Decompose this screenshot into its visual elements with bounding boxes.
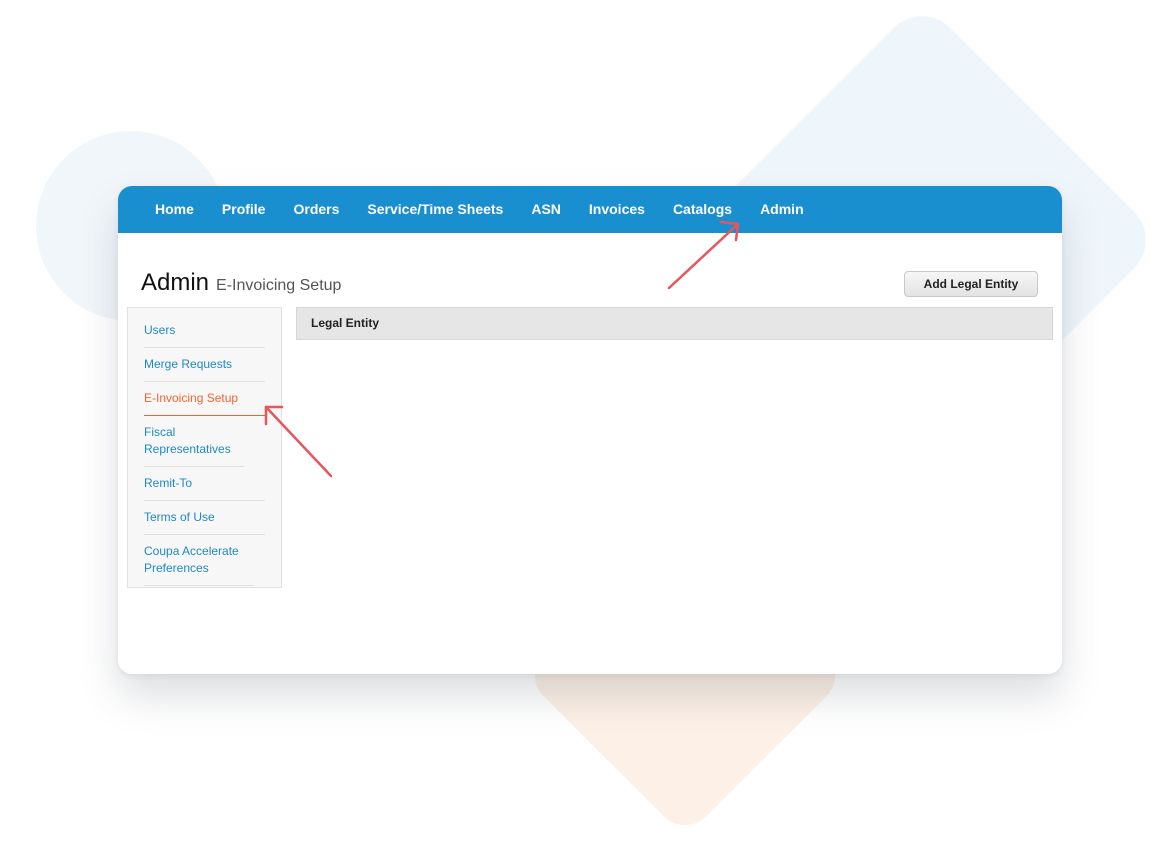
nav-admin[interactable]: Admin: [760, 186, 804, 233]
sidebar-item-users[interactable]: Users: [144, 314, 265, 348]
nav-service-time-sheets[interactable]: Service/Time Sheets: [367, 186, 503, 233]
sidebar-item-remit-to[interactable]: Remit-To: [144, 467, 265, 501]
add-legal-entity-button[interactable]: Add Legal Entity: [904, 271, 1038, 297]
legal-entity-column-header: Legal Entity: [296, 307, 1053, 340]
sidebar-item-coupa-accelerate-preferences[interactable]: Coupa Accelerate Preferences: [144, 535, 254, 586]
sidebar-item-terms-of-use[interactable]: Terms of Use: [144, 501, 265, 535]
sidebar-item-e-invoicing-setup[interactable]: E-Invoicing Setup: [144, 382, 265, 416]
top-navigation: Home Profile Orders Service/Time Sheets …: [118, 186, 1062, 233]
app-window: Home Profile Orders Service/Time Sheets …: [118, 186, 1062, 674]
nav-catalogs[interactable]: Catalogs: [673, 186, 732, 233]
sidebar-item-merge-requests[interactable]: Merge Requests: [144, 348, 265, 382]
page-subtitle: E-Invoicing Setup: [216, 277, 342, 294]
page-title: Admin: [141, 269, 210, 296]
admin-sidebar: Users Merge Requests E-Invoicing Setup F…: [127, 307, 282, 588]
nav-home[interactable]: Home: [155, 186, 194, 233]
nav-invoices[interactable]: Invoices: [589, 186, 645, 233]
page-heading: Admin E-Invoicing Setup: [141, 269, 341, 297]
nav-asn[interactable]: ASN: [531, 186, 561, 233]
nav-orders[interactable]: Orders: [293, 186, 339, 233]
nav-profile[interactable]: Profile: [222, 186, 266, 233]
sidebar-item-fiscal-representatives[interactable]: Fiscal Representatives: [144, 416, 244, 467]
